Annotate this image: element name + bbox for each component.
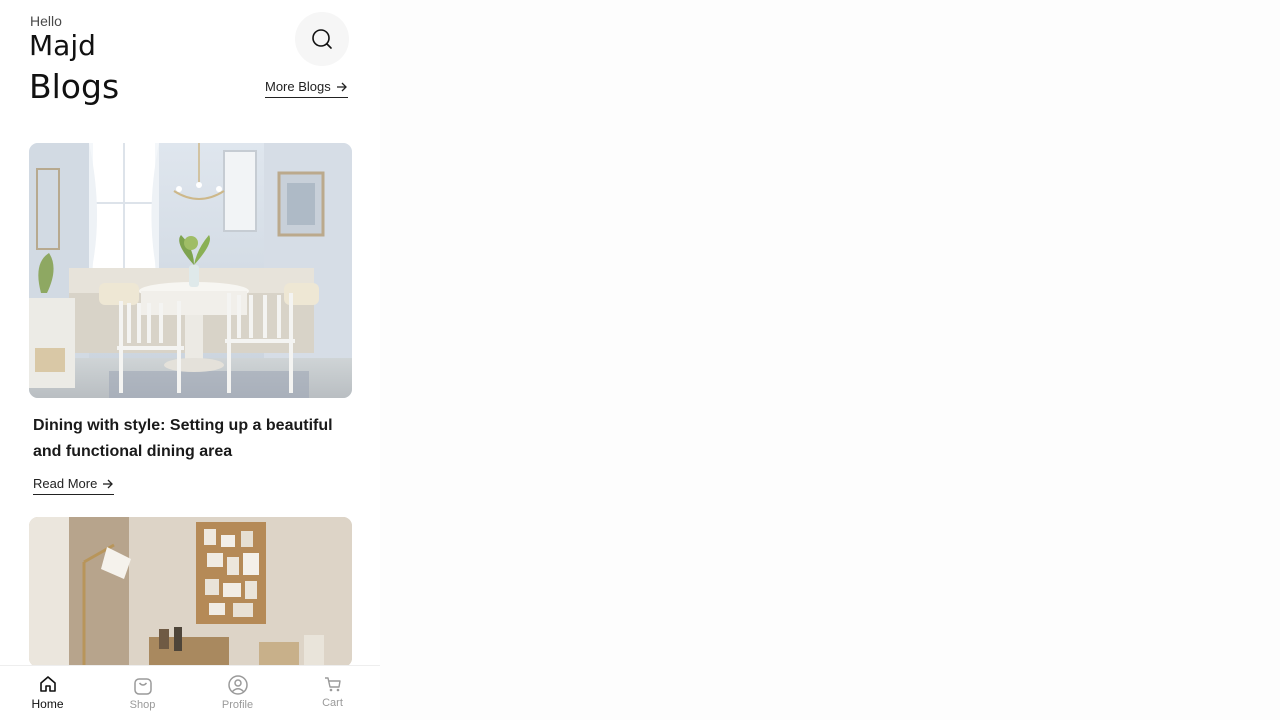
nav-label-shop: Shop	[129, 699, 156, 711]
more-blogs-label: More Blogs	[265, 79, 331, 94]
nav-item-cart[interactable]: Cart	[285, 666, 380, 720]
blog-post-image[interactable]	[29, 143, 352, 398]
more-blogs-link[interactable]: More Blogs	[265, 79, 348, 98]
arrow-right-icon	[103, 479, 114, 488]
page-title: Blogs	[29, 67, 120, 106]
read-more-label: Read More	[33, 476, 98, 491]
user-name: Majd	[29, 29, 96, 62]
bottom-navigation: Home Shop Profile Cart	[0, 665, 380, 720]
nav-label-home: Home	[31, 697, 64, 711]
home-office-photo	[29, 517, 352, 667]
nav-label-profile: Profile	[221, 699, 254, 711]
read-more-link[interactable]: Read More	[33, 476, 115, 495]
nav-item-home[interactable]: Home	[0, 666, 95, 720]
nav-item-profile[interactable]: Profile	[190, 666, 285, 720]
nav-label-cart: Cart	[322, 697, 343, 709]
mobile-app-screen: Hello Majd Blogs More Blogs Dining with …	[0, 0, 380, 720]
home-icon	[39, 676, 56, 692]
dining-room-photo	[29, 143, 352, 398]
shopping-bag-icon	[133, 678, 152, 695]
profile-icon	[227, 675, 248, 695]
search-button[interactable]	[295, 12, 349, 66]
cart-icon	[324, 677, 341, 692]
nav-item-shop[interactable]: Shop	[95, 666, 190, 720]
search-icon	[312, 29, 332, 49]
arrow-right-icon	[336, 82, 347, 91]
greeting-text: Hello	[30, 13, 62, 29]
blog-post-title[interactable]: Dining with style: Setting up a beautifu…	[33, 413, 348, 465]
blog-post-image[interactable]	[29, 517, 352, 667]
